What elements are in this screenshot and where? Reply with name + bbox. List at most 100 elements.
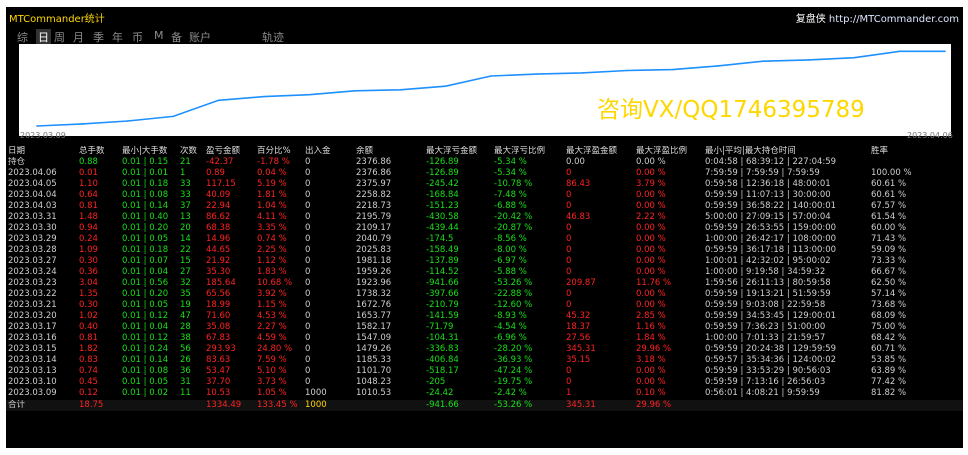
cell: 合计 — [6, 400, 77, 411]
cell: 0 — [305, 355, 311, 365]
cell: 0.01 | 0.18 — [122, 245, 169, 255]
cell: 35.15 — [566, 355, 591, 365]
balance-point — [626, 69, 628, 72]
cell: 2109.17 — [356, 223, 392, 233]
cell: 67.83 — [206, 333, 231, 343]
tab-8[interactable]: 备 — [171, 29, 182, 45]
cell: 0.89 — [206, 168, 225, 178]
cell: 3.79 % — [636, 179, 666, 189]
cell: 最大浮亏金额 — [426, 146, 478, 156]
cell: 67.57 % — [871, 201, 907, 211]
tab-0[interactable]: 综 — [17, 29, 28, 45]
cell: 3.35 % — [257, 223, 287, 233]
cell: 0:04:58 | 68:39:12 | 227:04:59 — [705, 157, 837, 167]
cell: 37 — [180, 201, 191, 211]
cell: 0 — [566, 190, 572, 200]
cell: 0.83 — [79, 355, 98, 365]
cell: 38 — [180, 333, 191, 343]
table-row: 2023.03.14 0.83 0.01 | 0.14 26 83.63 7.59 % 0 1… — [6, 355, 963, 366]
table-row: 2023.03.20 1.02 0.01 | 0.12 47 71.60 4.53 % 0 1… — [6, 311, 963, 322]
cell: 2023.03.30 — [8, 223, 57, 233]
cell: 0.81 — [79, 201, 98, 211]
cell: 3.04 — [79, 278, 98, 288]
cell: 0.01 | 0.05 — [122, 234, 169, 244]
tab-2[interactable]: 周 — [54, 29, 65, 45]
cell: 0 — [305, 256, 311, 266]
cell: 1.84 % — [636, 333, 666, 343]
cell: 0:59:59 | 33:53:29 | 90:56:03 — [705, 366, 831, 376]
cell: -137.89 — [426, 256, 459, 266]
cell: 0.00 % — [636, 366, 666, 376]
cell: 1.81 % — [257, 190, 287, 200]
cell: 40.09 — [206, 190, 231, 200]
tab-10[interactable]: 轨迹 — [262, 29, 284, 45]
balance-point — [808, 59, 810, 61]
cell: 0:59:59 | 9:03:08 | 22:59:58 — [705, 300, 826, 310]
cell: 2023.03.21 — [8, 300, 57, 310]
cell: 0.01 | 0.05 — [122, 300, 169, 310]
total-row: 合计 18.75 1334.49 133.45 % 1000 -941.66 -53.26 … — [6, 400, 963, 411]
cell: 0.01 | 0.14 — [122, 355, 169, 365]
table-row: 2023.03.21 0.30 0.01 | 0.05 19 18.99 1.15 % 0 1… — [6, 300, 963, 311]
cell: 10.53 — [206, 388, 231, 398]
cell: 18.99 — [206, 300, 231, 310]
cell: 2023.03.28 — [8, 245, 57, 255]
cell: 2376.86 — [356, 168, 392, 178]
cell: 1:59:56 | 26:11:13 | 80:59:58 — [705, 278, 831, 288]
cell: 1:00:00 | 26:42:17 | 108:00:00 — [705, 234, 837, 244]
cell: 0.01 | 0.40 — [122, 212, 169, 222]
cell: 86.43 — [566, 179, 591, 189]
cell: 15 — [180, 256, 191, 266]
cell: 1 — [566, 388, 572, 398]
cell: 0 — [566, 300, 572, 310]
cell: 1923.96 — [356, 278, 392, 288]
cell: 2023.03.29 — [8, 234, 57, 244]
cell: 0 — [566, 223, 572, 233]
tab-5[interactable]: 年 — [112, 29, 123, 45]
cell: 0 — [566, 256, 572, 266]
cell: 0 — [566, 245, 572, 255]
cell: 0:59:59 | 36:17:18 | 113:00:00 — [705, 245, 837, 255]
cell: 63.89 % — [871, 366, 907, 376]
cell: 0:59:59 | 20:24:38 | 129:59:59 — [705, 344, 837, 354]
tab-9[interactable]: 账户 — [189, 29, 211, 45]
cell: 0 — [566, 267, 572, 277]
table-row: 2023.03.10 0.45 0.01 | 0.05 31 37.70 3.73 % 0 1… — [6, 377, 963, 388]
cell: 0.64 — [79, 190, 98, 200]
tab-7[interactable]: M — [154, 29, 164, 42]
tab-1[interactable]: 日 — [36, 29, 51, 45]
cell: 最大浮盈比例 — [636, 146, 688, 156]
cell: 2025.83 — [356, 245, 392, 255]
cell: 胜率 — [871, 146, 889, 156]
cell: 2023.03.20 — [8, 311, 57, 321]
cell: 0 — [305, 245, 311, 255]
cell: 0 — [305, 311, 311, 321]
balance-point — [308, 93, 311, 96]
balance-point — [217, 99, 220, 102]
cell: 1959.26 — [356, 267, 392, 277]
cell: 1010.53 — [356, 388, 392, 398]
cell: 33 — [180, 190, 191, 200]
cell: 5.10 % — [257, 366, 287, 376]
tab-6[interactable]: 币 — [132, 29, 143, 45]
cell: 117.15 — [206, 179, 236, 189]
cell: 0.01 | 0.04 — [122, 322, 169, 332]
brand-url[interactable]: http://MTCommander.com — [829, 14, 959, 25]
cell: 1.02 — [79, 311, 98, 321]
cell: 31 — [180, 377, 191, 387]
tab-4[interactable]: 季 — [93, 29, 104, 45]
cell: 最小|平均|最大持仓时间 — [705, 146, 796, 156]
title-bar: MTCommander统计 复盘侠 http://MTCommander.com — [6, 7, 963, 25]
cell: -24.42 — [426, 388, 454, 398]
cell: 1.83 % — [257, 267, 287, 277]
cell: 0.01 | 0.14 — [122, 201, 169, 211]
cell: 0 — [566, 201, 572, 211]
cell: 0.88 — [79, 157, 98, 167]
balance-point — [581, 72, 583, 74]
table-row: 2023.03.30 0.94 0.01 | 0.20 20 68.38 3.35 % 0 2… — [6, 223, 963, 234]
brand-link[interactable]: 复盘侠 http://MTCommander.com — [796, 10, 959, 25]
cell: 0.40 — [79, 322, 98, 332]
cell: -2.42 % — [494, 388, 527, 398]
tab-3[interactable]: 月 — [73, 29, 84, 45]
cell: 次数 — [180, 146, 198, 156]
